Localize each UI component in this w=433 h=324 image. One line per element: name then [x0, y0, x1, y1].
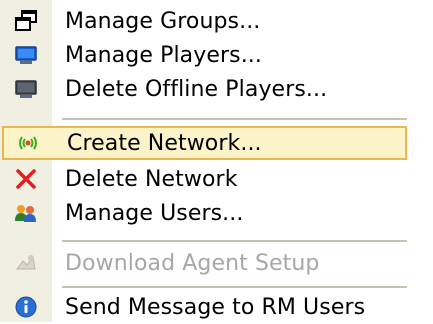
menu-separator — [62, 118, 407, 120]
menu-item-create-network[interactable]: Create Network... — [2, 126, 407, 160]
windows-group-icon — [12, 7, 40, 35]
context-menu: Manage Groups... Manage Players... Delet… — [0, 0, 433, 322]
menu-item-manage-players[interactable]: Manage Players... — [0, 38, 433, 72]
monitor-icon — [12, 41, 40, 69]
menu-item-download-agent-setup[interactable]: Download Agent Setup — [0, 246, 433, 280]
users-icon — [12, 199, 40, 227]
menu-item-label: Delete Offline Players... — [65, 76, 328, 102]
offline-monitor-icon — [12, 75, 40, 103]
menu-separator — [62, 240, 407, 242]
menu-item-delete-network[interactable]: Delete Network — [0, 162, 433, 196]
menu-item-send-message[interactable]: Send Message to RM Users — [0, 290, 433, 324]
menu-item-label: Manage Groups... — [65, 8, 261, 34]
menu-item-manage-users[interactable]: Manage Users... — [0, 196, 433, 230]
menu-item-label: Send Message to RM Users — [65, 294, 366, 320]
network-antenna-icon — [14, 129, 42, 157]
menu-item-manage-groups[interactable]: Manage Groups... — [0, 4, 433, 38]
menu-item-delete-offline-players[interactable]: Delete Offline Players... — [0, 72, 433, 106]
red-x-icon — [12, 165, 40, 193]
menu-item-label: Manage Users... — [65, 200, 244, 226]
info-icon — [12, 293, 40, 321]
menu-item-label: Manage Players... — [65, 42, 262, 68]
menu-item-label: Delete Network — [65, 166, 238, 192]
setup-agent-icon — [12, 249, 40, 277]
menu-item-label: Create Network... — [67, 130, 262, 156]
menu-item-label: Download Agent Setup — [65, 250, 320, 276]
menu-separator — [62, 286, 407, 288]
